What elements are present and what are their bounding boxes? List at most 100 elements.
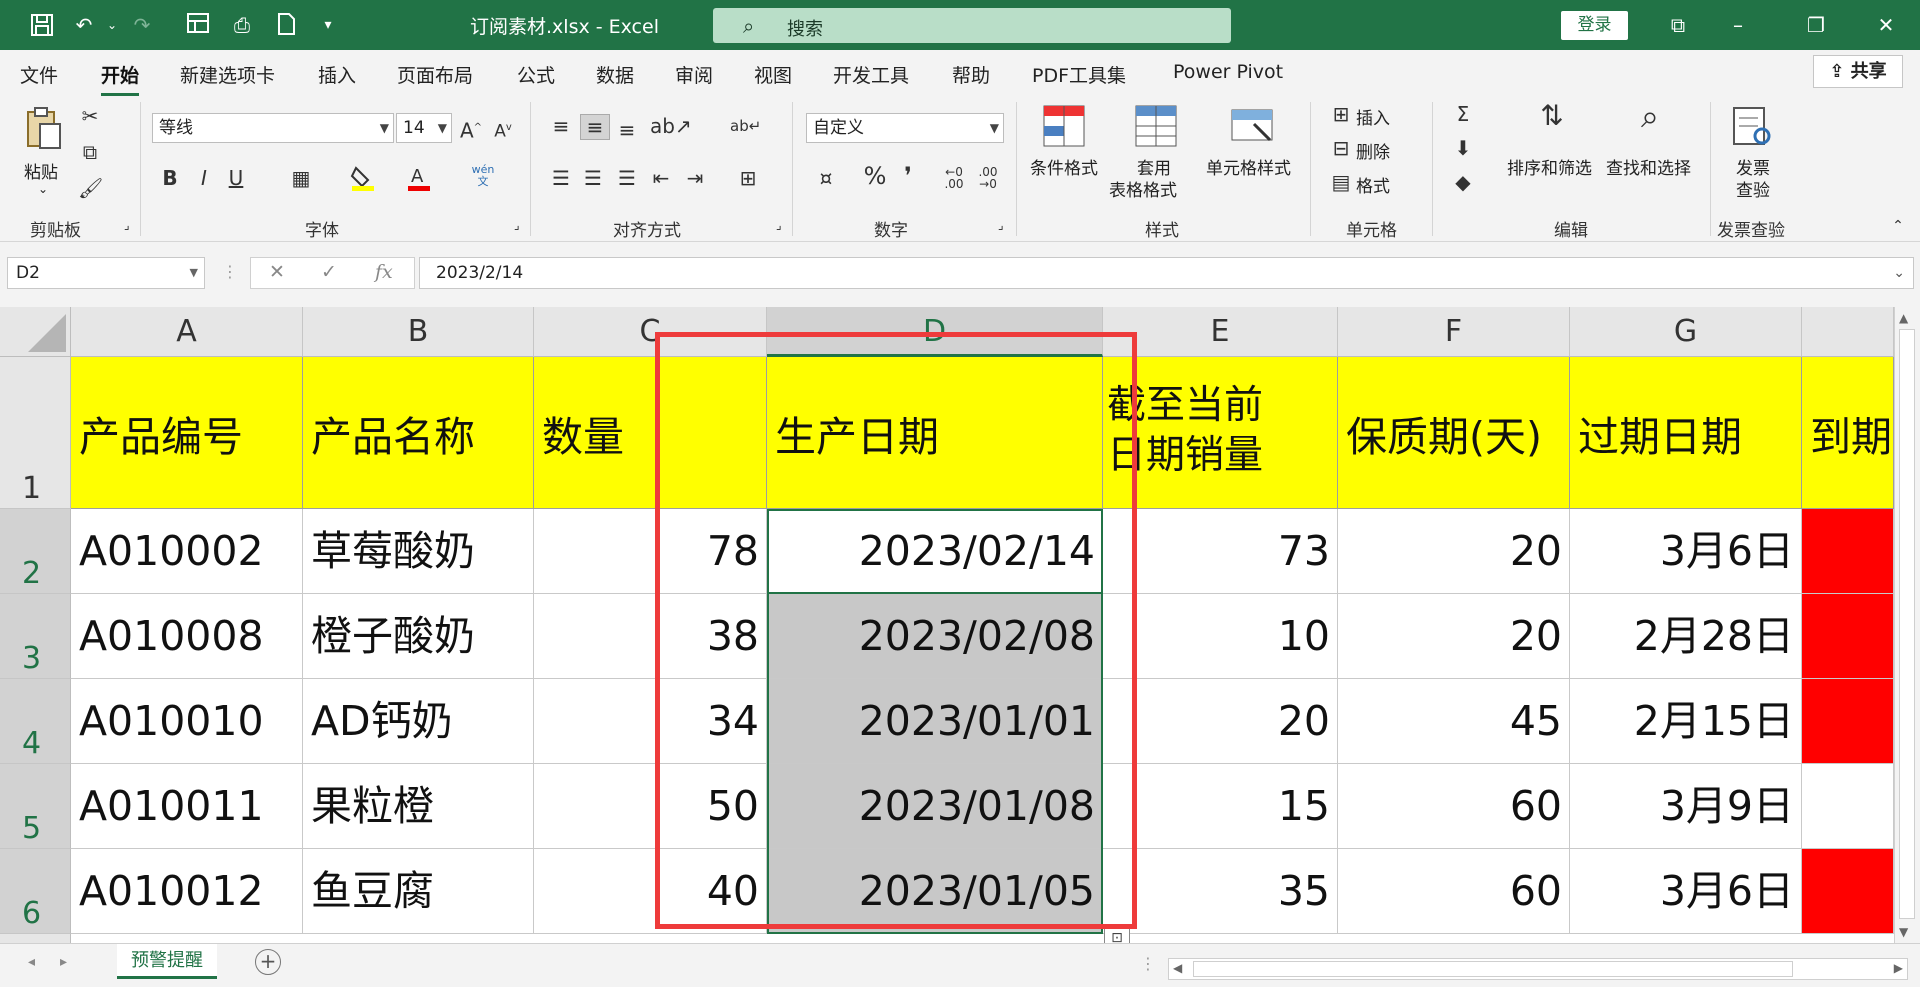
format-painter-icon[interactable]: 🖌: [78, 176, 103, 200]
tab-file[interactable]: 文件: [20, 61, 58, 88]
scroll-thumb[interactable]: [1193, 961, 1793, 977]
selected-cell[interactable]: 2023/02/08: [767, 594, 1103, 679]
enter-icon[interactable]: ✓: [321, 261, 337, 283]
selected-cell[interactable]: 2023/01/08: [767, 764, 1103, 849]
add-sheet-button[interactable]: +: [255, 949, 281, 975]
table-cell[interactable]: [1802, 764, 1894, 849]
share-button[interactable]: ⇪ 共享: [1813, 55, 1903, 88]
ribbon-display-icon[interactable]: ⧉: [1658, 10, 1698, 40]
paste-icon[interactable]: [22, 104, 66, 152]
delete-cells-button[interactable]: 删除: [1356, 138, 1390, 163]
row-header-1[interactable]: 1: [0, 357, 71, 509]
tab-help[interactable]: 帮助: [952, 61, 990, 88]
table-cell[interactable]: 20: [1103, 679, 1338, 764]
scroll-left-icon[interactable]: ◀: [1173, 961, 1182, 975]
name-box[interactable]: D2 ▼: [7, 257, 205, 289]
phonetic-icon[interactable]: wén 文: [468, 164, 498, 188]
header-cell[interactable]: 数量: [534, 357, 767, 509]
find-select-button[interactable]: 查找和选择: [1606, 154, 1691, 179]
header-cell[interactable]: 产品编号: [71, 357, 303, 509]
sheet-tab-alert[interactable]: 预警提醒: [117, 944, 217, 979]
table-cell[interactable]: A010008: [71, 594, 303, 679]
number-launcher-icon[interactable]: ⌟: [998, 218, 1004, 232]
format-cells-button[interactable]: 格式: [1356, 172, 1390, 197]
table-cell[interactable]: 20: [1338, 509, 1570, 594]
align-right-icon[interactable]: ☰: [614, 166, 640, 190]
horizontal-scrollbar[interactable]: ◀ ▶: [1168, 958, 1908, 980]
fill-color-icon[interactable]: [350, 164, 376, 197]
row-header-7[interactable]: [0, 934, 71, 943]
tab-new[interactable]: 新建选项卡: [180, 61, 275, 88]
bold-button[interactable]: B: [160, 166, 180, 190]
cancel-icon[interactable]: ✕: [269, 261, 285, 283]
format-as-table-icon[interactable]: [1134, 104, 1178, 148]
decrease-font-icon[interactable]: Av: [490, 116, 516, 144]
percent-button[interactable]: %: [862, 164, 888, 188]
decrease-decimal-icon[interactable]: .00 →0: [974, 166, 1002, 190]
invoice-check-line2[interactable]: 查验: [1736, 176, 1770, 201]
scroll-thumb[interactable]: [1899, 329, 1915, 919]
column-header-c[interactable]: C: [534, 307, 767, 357]
find-select-icon[interactable]: ⌕: [1628, 100, 1672, 148]
table-cell[interactable]: 草莓酸奶: [303, 509, 534, 594]
tab-home[interactable]: 开始: [101, 61, 140, 96]
table-cell[interactable]: 3月6日: [1570, 509, 1802, 594]
tab-insert[interactable]: 插入: [318, 61, 356, 88]
print-preview-icon[interactable]: ⎙: [228, 12, 256, 38]
row-header-6[interactable]: 6: [0, 849, 71, 934]
active-cell[interactable]: 2023/02/14: [767, 509, 1103, 594]
format-cells-icon[interactable]: ▤: [1328, 170, 1354, 194]
table-cell[interactable]: 2月28日: [1570, 594, 1802, 679]
table-cell[interactable]: A010012: [71, 849, 303, 934]
column-header-f[interactable]: F: [1338, 307, 1570, 357]
row-header-3[interactable]: 3: [0, 594, 71, 679]
customize-icon[interactable]: ▾: [314, 12, 342, 38]
tab-pdf-tools[interactable]: PDF工具集: [1032, 61, 1126, 88]
login-button[interactable]: 登录: [1561, 11, 1628, 40]
column-header-h[interactable]: [1802, 307, 1894, 357]
header-cell[interactable]: 过期日期: [1570, 357, 1802, 509]
table-cell[interactable]: 60: [1338, 849, 1570, 934]
tab-view[interactable]: 视图: [754, 61, 792, 88]
tab-review[interactable]: 审阅: [675, 61, 713, 88]
table-cell[interactable]: 果粒橙: [303, 764, 534, 849]
table-cell[interactable]: 45: [1338, 679, 1570, 764]
formula-input[interactable]: 2023/2/14 ⌄: [419, 257, 1914, 289]
column-header-e[interactable]: E: [1103, 307, 1338, 357]
redo-icon[interactable]: ↷: [128, 12, 156, 38]
close-icon[interactable]: ✕: [1866, 10, 1906, 40]
merge-center-icon[interactable]: ⊞: [730, 166, 766, 190]
column-header-g[interactable]: G: [1570, 307, 1802, 357]
table-cell[interactable]: A010011: [71, 764, 303, 849]
header-cell[interactable]: 到期: [1802, 357, 1894, 509]
table-cell[interactable]: 10: [1103, 594, 1338, 679]
font-size-select[interactable]: 14 ▼: [396, 113, 452, 143]
font-color-icon[interactable]: A: [406, 164, 432, 197]
tab-formulas[interactable]: 公式: [517, 61, 555, 88]
alert-cell[interactable]: [1802, 849, 1894, 934]
alert-cell[interactable]: [1802, 509, 1894, 594]
expand-formula-icon[interactable]: ⌄: [1893, 258, 1905, 288]
number-format-select[interactable]: 自定义 ▼: [806, 113, 1004, 143]
autosum-icon[interactable]: Σ: [1450, 102, 1476, 126]
column-header-b[interactable]: B: [303, 307, 534, 357]
table-cell[interactable]: 78: [534, 509, 767, 594]
worksheet-grid[interactable]: A B C D E F G 1 2 3 4 5 6 产品编号 产品名称 数量 生…: [0, 307, 1920, 943]
wrap-text-icon[interactable]: ab↵: [730, 114, 761, 138]
underline-button[interactable]: U: [226, 166, 246, 190]
next-sheet-icon[interactable]: ▸: [60, 954, 67, 970]
selected-cell[interactable]: 2023/01/05: [767, 849, 1103, 934]
font-name-select[interactable]: 等线 ▼: [152, 113, 394, 143]
tab-data[interactable]: 数据: [596, 61, 634, 88]
header-cell[interactable]: 产品名称: [303, 357, 534, 509]
table-cell[interactable]: 3月6日: [1570, 849, 1802, 934]
drag-handle-icon[interactable]: ⋮: [1140, 954, 1156, 973]
restore-icon[interactable]: ❐: [1796, 10, 1836, 40]
delete-cells-icon[interactable]: ⊟: [1328, 136, 1354, 160]
alert-cell[interactable]: [1802, 679, 1894, 764]
table-cell[interactable]: 34: [534, 679, 767, 764]
table-cell[interactable]: 20: [1338, 594, 1570, 679]
table-cell[interactable]: AD钙奶: [303, 679, 534, 764]
alignment-launcher-icon[interactable]: ⌟: [776, 218, 782, 232]
increase-font-icon[interactable]: A^: [458, 116, 484, 143]
